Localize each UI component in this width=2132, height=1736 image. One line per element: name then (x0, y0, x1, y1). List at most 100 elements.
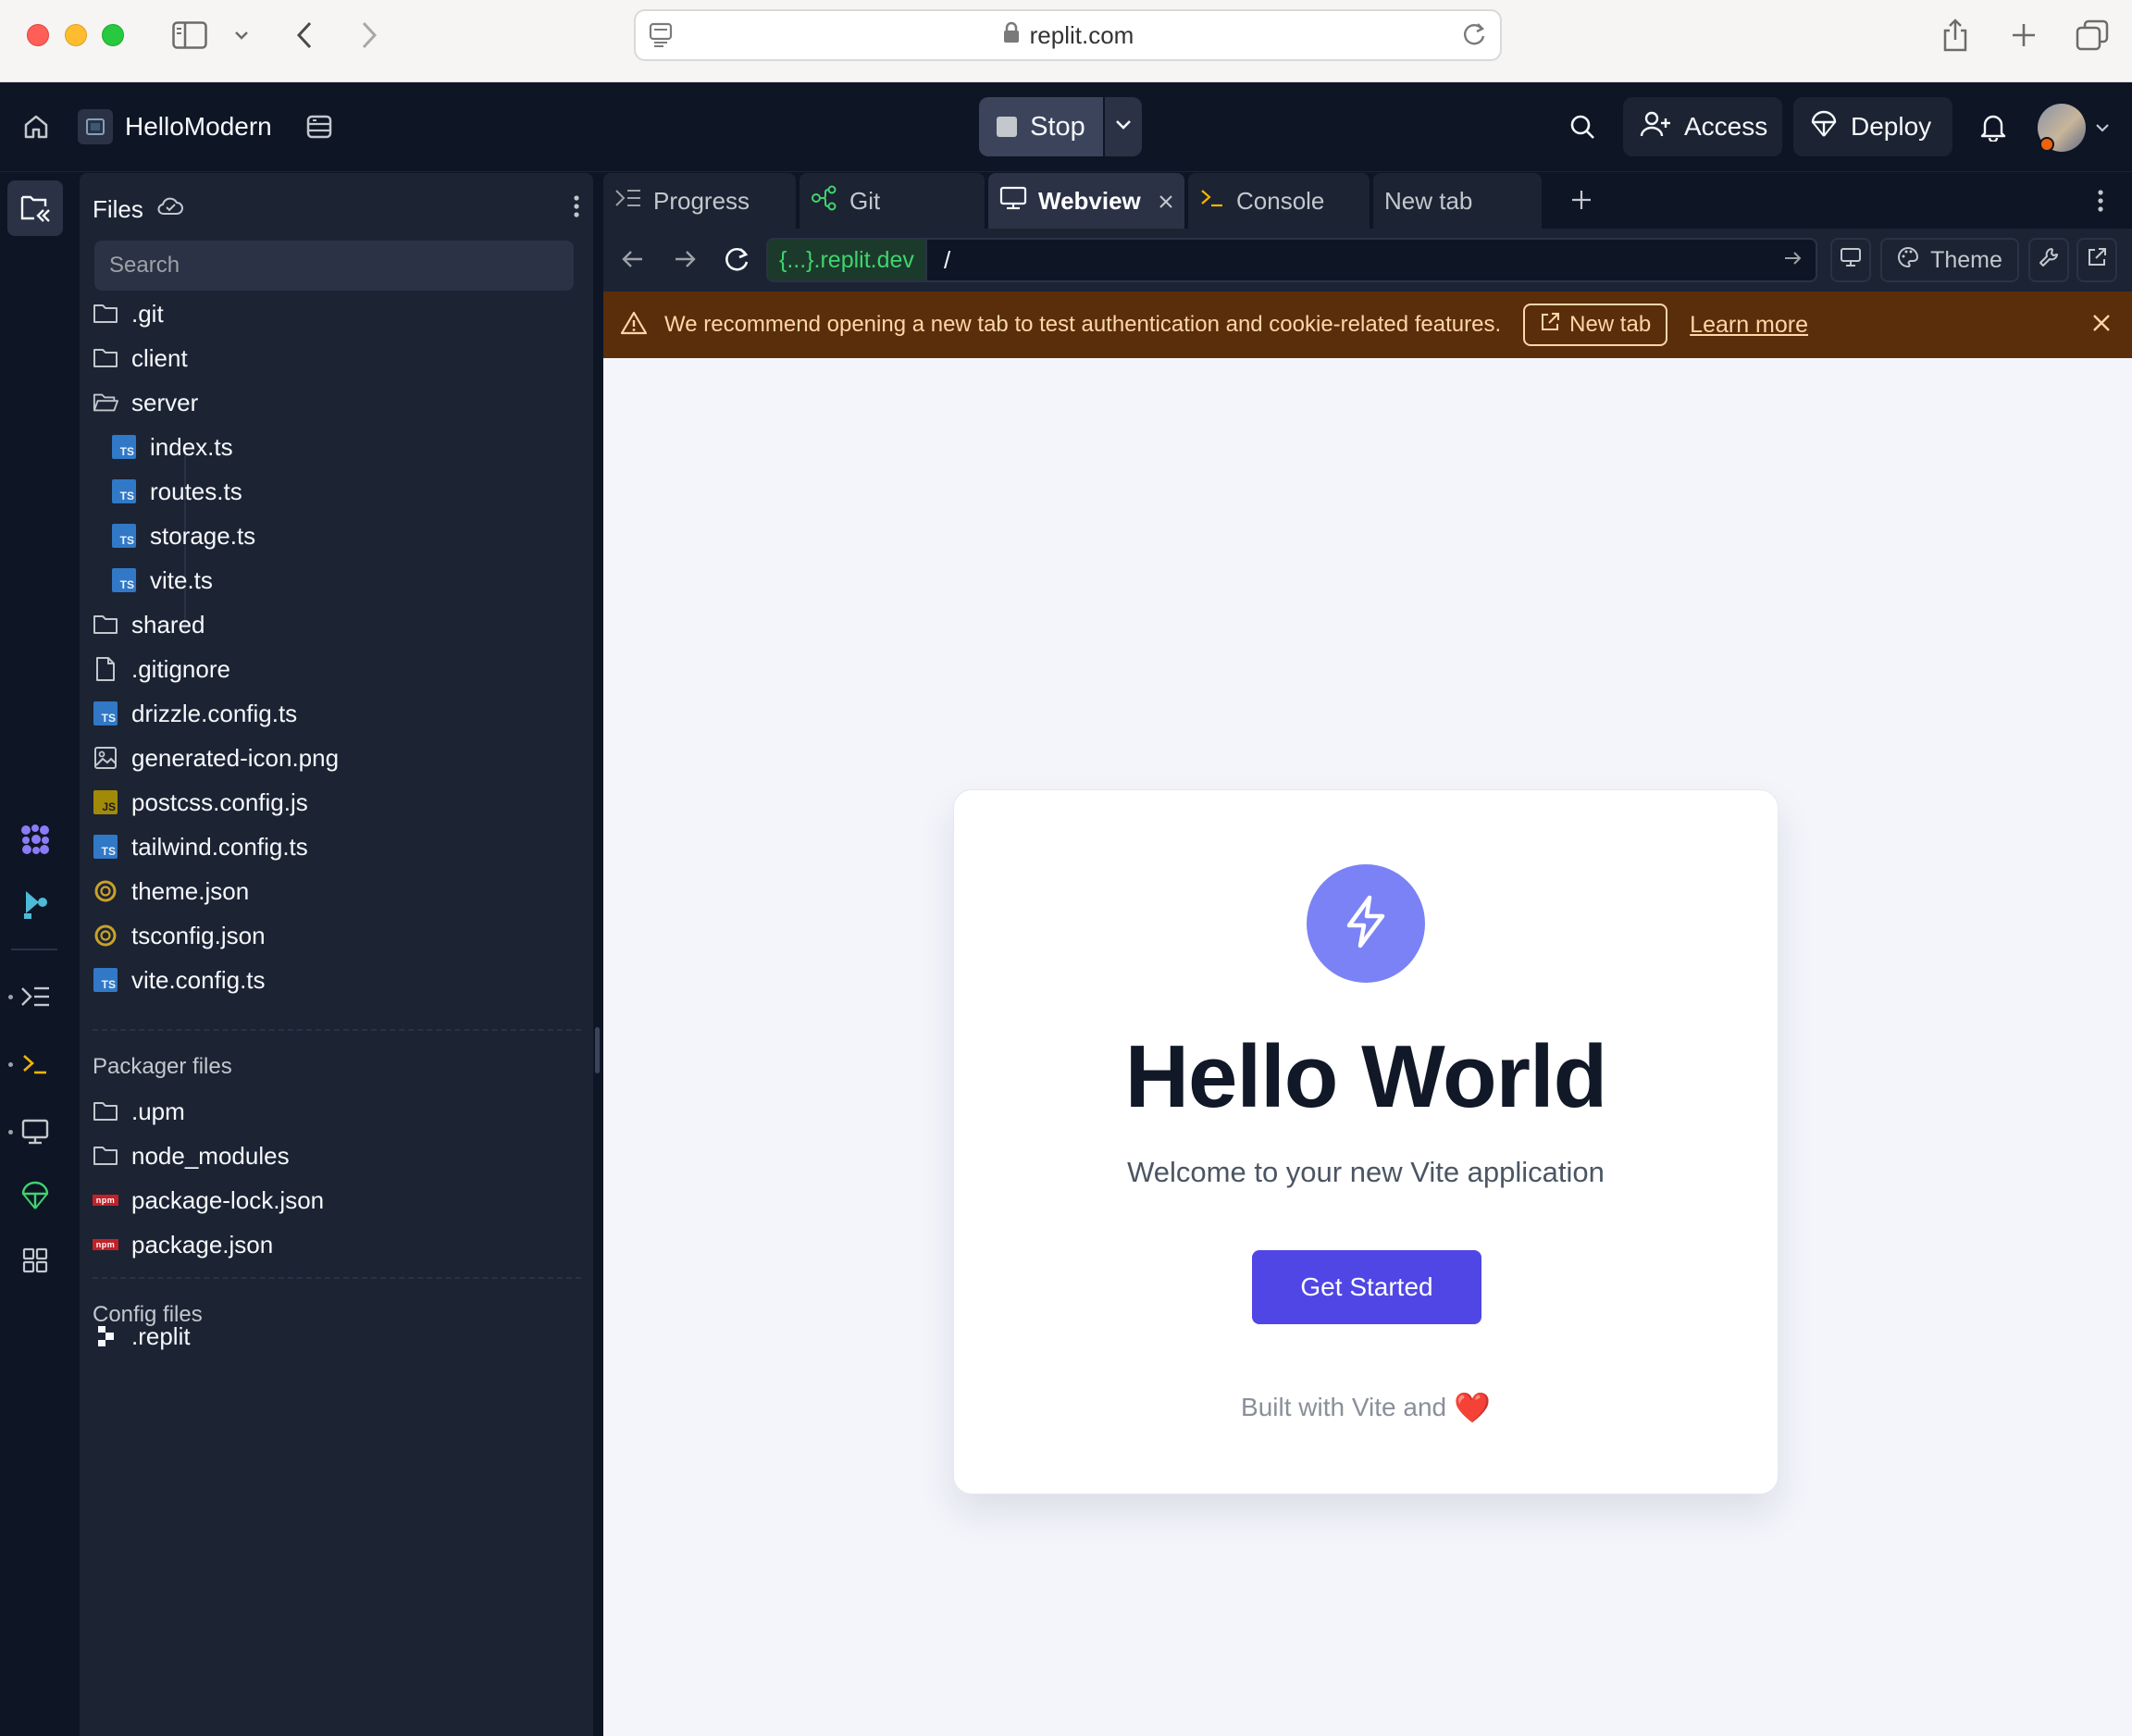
theme-button[interactable]: Theme (1880, 238, 2019, 282)
webview-url-bar[interactable]: {...}.replit.dev / (766, 238, 1817, 282)
zoom-window-button[interactable] (102, 24, 124, 46)
close-tab-icon[interactable] (1159, 187, 1173, 216)
heart-icon: ❤️ (1454, 1391, 1491, 1424)
share-icon[interactable] (1940, 17, 1971, 54)
file-tree-toggle-icon[interactable] (7, 180, 63, 236)
get-started-button[interactable]: Get Started (1252, 1250, 1481, 1324)
file-tree-item[interactable]: server (93, 381, 198, 424)
npm-file-icon: npm (93, 1187, 118, 1213)
packager-file-item[interactable]: .upm (93, 1090, 185, 1133)
add-tab-icon[interactable] (1569, 188, 1593, 217)
tab-new-tab[interactable]: New tab (1373, 173, 1542, 229)
typescript-file-icon: TS (111, 567, 137, 593)
minimize-window-button[interactable] (65, 24, 87, 46)
chevron-down-icon[interactable] (231, 17, 252, 54)
files-search-input[interactable]: Search (94, 241, 574, 291)
progress-icon[interactable] (7, 969, 63, 1024)
file-tree-item[interactable]: TS storage.ts (111, 515, 255, 557)
file-tree-item[interactable]: theme.json (93, 870, 249, 912)
tab-overview-icon[interactable] (2075, 17, 2110, 54)
file-name: generated-icon.png (131, 743, 340, 772)
project-name[interactable]: HelloModern (125, 102, 272, 152)
file-type-badge: npm (93, 1239, 118, 1250)
left-rail (0, 173, 70, 1736)
javascript-file-icon: JS (93, 789, 118, 815)
deployments-icon[interactable] (7, 1168, 63, 1223)
project-avatar-icon[interactable] (78, 109, 113, 144)
forward-arrow-icon[interactable] (672, 247, 698, 276)
file-tree-item[interactable]: TS drizzle.config.ts (93, 692, 297, 735)
file-tree-item[interactable]: TS vite.config.ts (93, 959, 266, 1001)
file-tree-item[interactable]: client (93, 337, 188, 379)
go-arrow-icon[interactable] (1782, 249, 1803, 272)
files-title: Files (93, 194, 143, 223)
file-name: package-lock.json (131, 1185, 325, 1214)
all-tools-grid-icon[interactable] (7, 1233, 63, 1288)
search-icon[interactable] (1564, 107, 1601, 146)
address-bar[interactable]: replit.com (634, 9, 1502, 61)
device-preview-button[interactable] (1830, 238, 1871, 282)
packager-file-item[interactable]: npm package-lock.json (93, 1179, 324, 1221)
access-button[interactable]: Access (1623, 97, 1782, 156)
open-external-button[interactable] (2076, 238, 2117, 282)
file-tree-item[interactable]: .gitignore (93, 648, 230, 690)
new-tab-label: New tab (1569, 312, 1652, 337)
file-tree-item[interactable]: tsconfig.json (93, 914, 266, 957)
terminal-icon[interactable] (7, 1036, 63, 1092)
footer-text: Built with Vite and (1241, 1393, 1447, 1421)
more-options-icon[interactable] (2097, 188, 2104, 218)
files-panel: Files Search Packager files Config files… (80, 173, 593, 1736)
new-tab-plus-icon[interactable] (2008, 17, 2039, 54)
devtools-button[interactable] (2028, 238, 2069, 282)
section-divider (93, 1277, 581, 1279)
deploy-button[interactable]: Deploy (1793, 97, 1952, 156)
avatar[interactable] (2038, 104, 2086, 152)
back-arrow-icon[interactable] (620, 247, 646, 276)
open-new-tab-button[interactable]: New tab (1523, 304, 1668, 346)
home-icon[interactable] (19, 109, 54, 144)
stop-button[interactable]: Stop (979, 97, 1103, 156)
config-file-item[interactable]: .replit (93, 1315, 191, 1358)
stop-square-icon (997, 117, 1018, 137)
progress-icon (614, 187, 642, 216)
file-tree-item[interactable]: .git (93, 292, 164, 335)
bell-icon[interactable] (1975, 107, 2012, 146)
file-tree-item[interactable]: TS routes.ts (111, 470, 242, 513)
close-icon[interactable] (2091, 313, 2112, 338)
reload-icon[interactable] (1461, 21, 1487, 52)
repl-info-icon[interactable] (302, 109, 337, 144)
file-tree-item[interactable]: TS tailwind.config.ts (93, 825, 308, 868)
close-window-button[interactable] (27, 24, 49, 46)
file-name: server (131, 388, 199, 416)
tab-webview[interactable]: Webview (988, 173, 1184, 229)
back-icon[interactable] (292, 17, 316, 54)
deploy-label: Deploy (1851, 112, 1932, 141)
learn-more-link[interactable]: Learn more (1690, 312, 1808, 339)
webview-path[interactable]: / (927, 246, 1782, 275)
assistant-icon[interactable] (7, 876, 63, 932)
chevron-down-icon[interactable] (2093, 118, 2112, 137)
run-options-button[interactable] (1105, 97, 1142, 156)
more-options-icon[interactable] (573, 193, 580, 226)
forward-icon[interactable] (357, 17, 381, 54)
avatar-status-badge (2039, 137, 2054, 152)
tab-git[interactable]: Git (800, 173, 985, 229)
tab-console[interactable]: Console (1188, 173, 1370, 229)
file-tree-item[interactable]: JS postcss.config.js (93, 781, 308, 824)
lock-icon (1002, 21, 1021, 50)
panel-resize-handle[interactable] (595, 1027, 600, 1073)
file-name: index.ts (150, 432, 233, 461)
file-tree-item[interactable]: shared (93, 603, 205, 646)
file-tree-item[interactable]: TS vite.ts (111, 559, 213, 601)
reload-icon[interactable] (722, 245, 751, 279)
monitor-icon[interactable] (7, 1104, 63, 1159)
file-tree-item[interactable]: generated-icon.png (93, 737, 339, 779)
folder-open-icon (93, 390, 118, 415)
agent-icon[interactable] (7, 812, 63, 867)
tab-progress[interactable]: Progress (603, 173, 796, 229)
sidebar-toggle-icon[interactable] (170, 17, 209, 54)
file-tree-item[interactable]: TS index.ts (111, 426, 233, 468)
packager-file-item[interactable]: npm package.json (93, 1223, 273, 1266)
palette-icon (1897, 246, 1919, 275)
packager-file-item[interactable]: node_modules (93, 1135, 290, 1177)
